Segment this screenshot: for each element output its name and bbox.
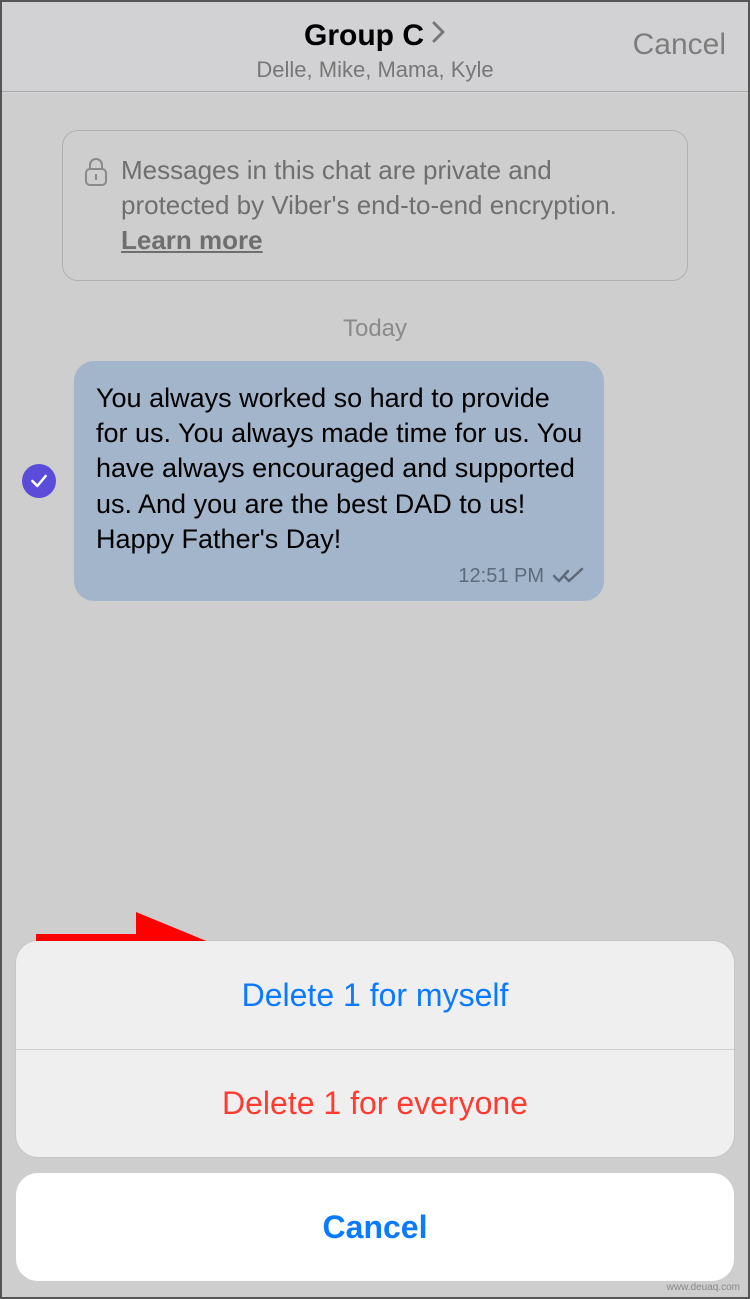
message-row[interactable]: You always worked so hard to provide for… [2, 361, 748, 600]
selection-checkmark-icon[interactable] [22, 464, 56, 498]
message-meta: 12:51 PM [96, 563, 584, 589]
watermark: www.deuaq.com [667, 1282, 740, 1293]
cancel-selection-button[interactable]: Cancel [633, 28, 726, 62]
header: Group C Delle, Mike, Mama, Kyle Cancel [2, 2, 748, 92]
message-text: You always worked so hard to provide for… [96, 381, 584, 556]
date-separator: Today [2, 315, 748, 343]
learn-more-link[interactable]: Learn more [121, 225, 263, 255]
delete-for-myself-button[interactable]: Delete 1 for myself [16, 941, 734, 1049]
action-sheet-options: Delete 1 for myself Delete 1 for everyon… [16, 941, 734, 1157]
message-time: 12:51 PM [458, 563, 544, 589]
chevron-right-icon [432, 21, 446, 50]
delete-for-everyone-button[interactable]: Delete 1 for everyone [16, 1049, 734, 1157]
encryption-notice[interactable]: Messages in this chat are private and pr… [62, 130, 688, 281]
lock-icon [83, 157, 109, 196]
chat-area: Messages in this chat are private and pr… [2, 94, 748, 1297]
action-sheet: Delete 1 for myself Delete 1 for everyon… [16, 941, 734, 1281]
message-bubble[interactable]: You always worked so hard to provide for… [74, 361, 604, 600]
chat-title: Group C [304, 19, 424, 53]
chat-screen: Group C Delle, Mike, Mama, Kyle Cancel M… [0, 0, 750, 1299]
read-receipt-icon [552, 567, 584, 585]
encryption-text: Messages in this chat are private and pr… [121, 153, 659, 258]
action-sheet-cancel-button[interactable]: Cancel [16, 1173, 734, 1281]
